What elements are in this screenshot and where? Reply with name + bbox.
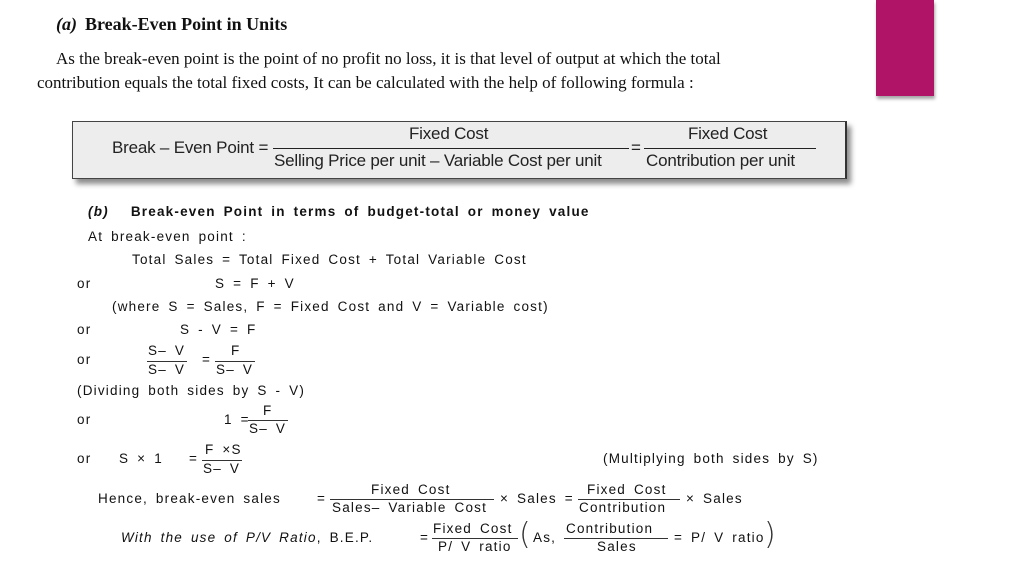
formula-frac2-denominator: Contribution per unit xyxy=(646,151,795,170)
eq4-rhs-denominator: S– V xyxy=(216,362,254,377)
eq4-rhs-numerator: F xyxy=(231,343,241,358)
pv-equals: = xyxy=(420,530,430,545)
equation-s-f-v: S = F + V xyxy=(215,276,295,291)
pv-numerator: Fixed Cost xyxy=(433,521,513,536)
pv-as: As, xyxy=(533,530,557,545)
hence-end: × Sales xyxy=(686,491,743,506)
or-label: or xyxy=(77,451,92,466)
pv-bep-label: , B.E.P. xyxy=(316,530,374,545)
hence-times-sales: × Sales = xyxy=(500,491,574,506)
equation-total-sales: Total Sales = Total Fixed Cost + Total V… xyxy=(132,252,527,267)
eq6-denominator: S– V xyxy=(203,461,241,476)
multiplying-note: (Multiplying both sides by S) xyxy=(603,451,819,466)
or-label: or xyxy=(77,322,92,337)
section-b-label: (b) xyxy=(88,204,109,219)
hence-equals: = xyxy=(317,491,327,506)
formula-frac2-numerator: Fixed Cost xyxy=(688,124,768,143)
eq6-equals: = xyxy=(189,451,199,466)
eq4-equals: = xyxy=(202,352,212,367)
eq4-lhs-denominator: S– V xyxy=(148,362,186,377)
pv-denominator-2: Sales xyxy=(597,539,637,554)
pv-ratio-italic-label: With the use of P/V Ratio xyxy=(121,530,317,545)
hence-denominator-1: Sales– Variable Cost xyxy=(332,500,488,515)
formula-equals: = xyxy=(631,138,641,157)
intro-text: At break-even point : xyxy=(88,229,247,244)
eq5-denominator: S– V xyxy=(249,421,287,436)
formula-frac2-line xyxy=(644,148,816,149)
paragraph-line-2: contribution equals the total fixed cost… xyxy=(37,73,694,92)
eq5-numerator: F xyxy=(263,403,273,418)
bep-units-formula-box: Break – Even Point = Fixed Cost Selling … xyxy=(72,121,847,179)
section-b-title: Break-even Point in terms of budget-tota… xyxy=(130,204,590,219)
hence-numerator-2: Fixed Cost xyxy=(587,482,667,497)
pv-denominator: P/ V ratio xyxy=(438,539,512,554)
pv-line-label: With the use of P/V Ratio, B.E.P. xyxy=(121,530,373,545)
section-a-heading: (a) Break-Even Point in Units xyxy=(56,14,287,35)
eq6-numerator: F ×S xyxy=(205,442,242,457)
pv-end: = P/ V ratio xyxy=(674,530,765,545)
eq4-lhs-numerator: S– V xyxy=(148,343,186,358)
formula-frac1-numerator: Fixed Cost xyxy=(409,124,489,143)
left-paren-icon: ( xyxy=(519,517,531,552)
eq5-lhs: 1 = xyxy=(224,412,250,427)
section-b-heading: (b) Break-even Point in terms of budget-t… xyxy=(88,204,590,219)
equation-s-minus-v: S - V = F xyxy=(180,322,257,337)
eq6-lhs: S × 1 xyxy=(119,451,163,466)
hence-numerator-1: Fixed Cost xyxy=(371,482,451,497)
hence-label: Hence, break-even sales xyxy=(98,491,281,506)
pv-numerator-2: Contribution xyxy=(566,521,654,536)
section-a-title: Break-Even Point in Units xyxy=(85,14,288,34)
formula-frac1-line xyxy=(273,148,629,149)
or-label: or xyxy=(77,276,92,291)
formula-frac1-denominator: Selling Price per unit – Variable Cost p… xyxy=(274,151,602,170)
section-a-label: (a) xyxy=(56,14,77,34)
dividing-note: (Dividing both sides by S - V) xyxy=(77,383,306,398)
formula-lhs: Break – Even Point = xyxy=(112,138,269,157)
or-label: or xyxy=(77,412,92,427)
accent-bar xyxy=(876,0,934,96)
where-definition: (where S = Sales, F = Fixed Cost and V =… xyxy=(112,299,549,314)
hence-denominator-2: Contribution xyxy=(579,500,667,515)
right-paren-icon: ) xyxy=(764,517,776,552)
or-label: or xyxy=(77,352,92,367)
paragraph-line-1: As the break-even point is the point of … xyxy=(56,49,721,68)
